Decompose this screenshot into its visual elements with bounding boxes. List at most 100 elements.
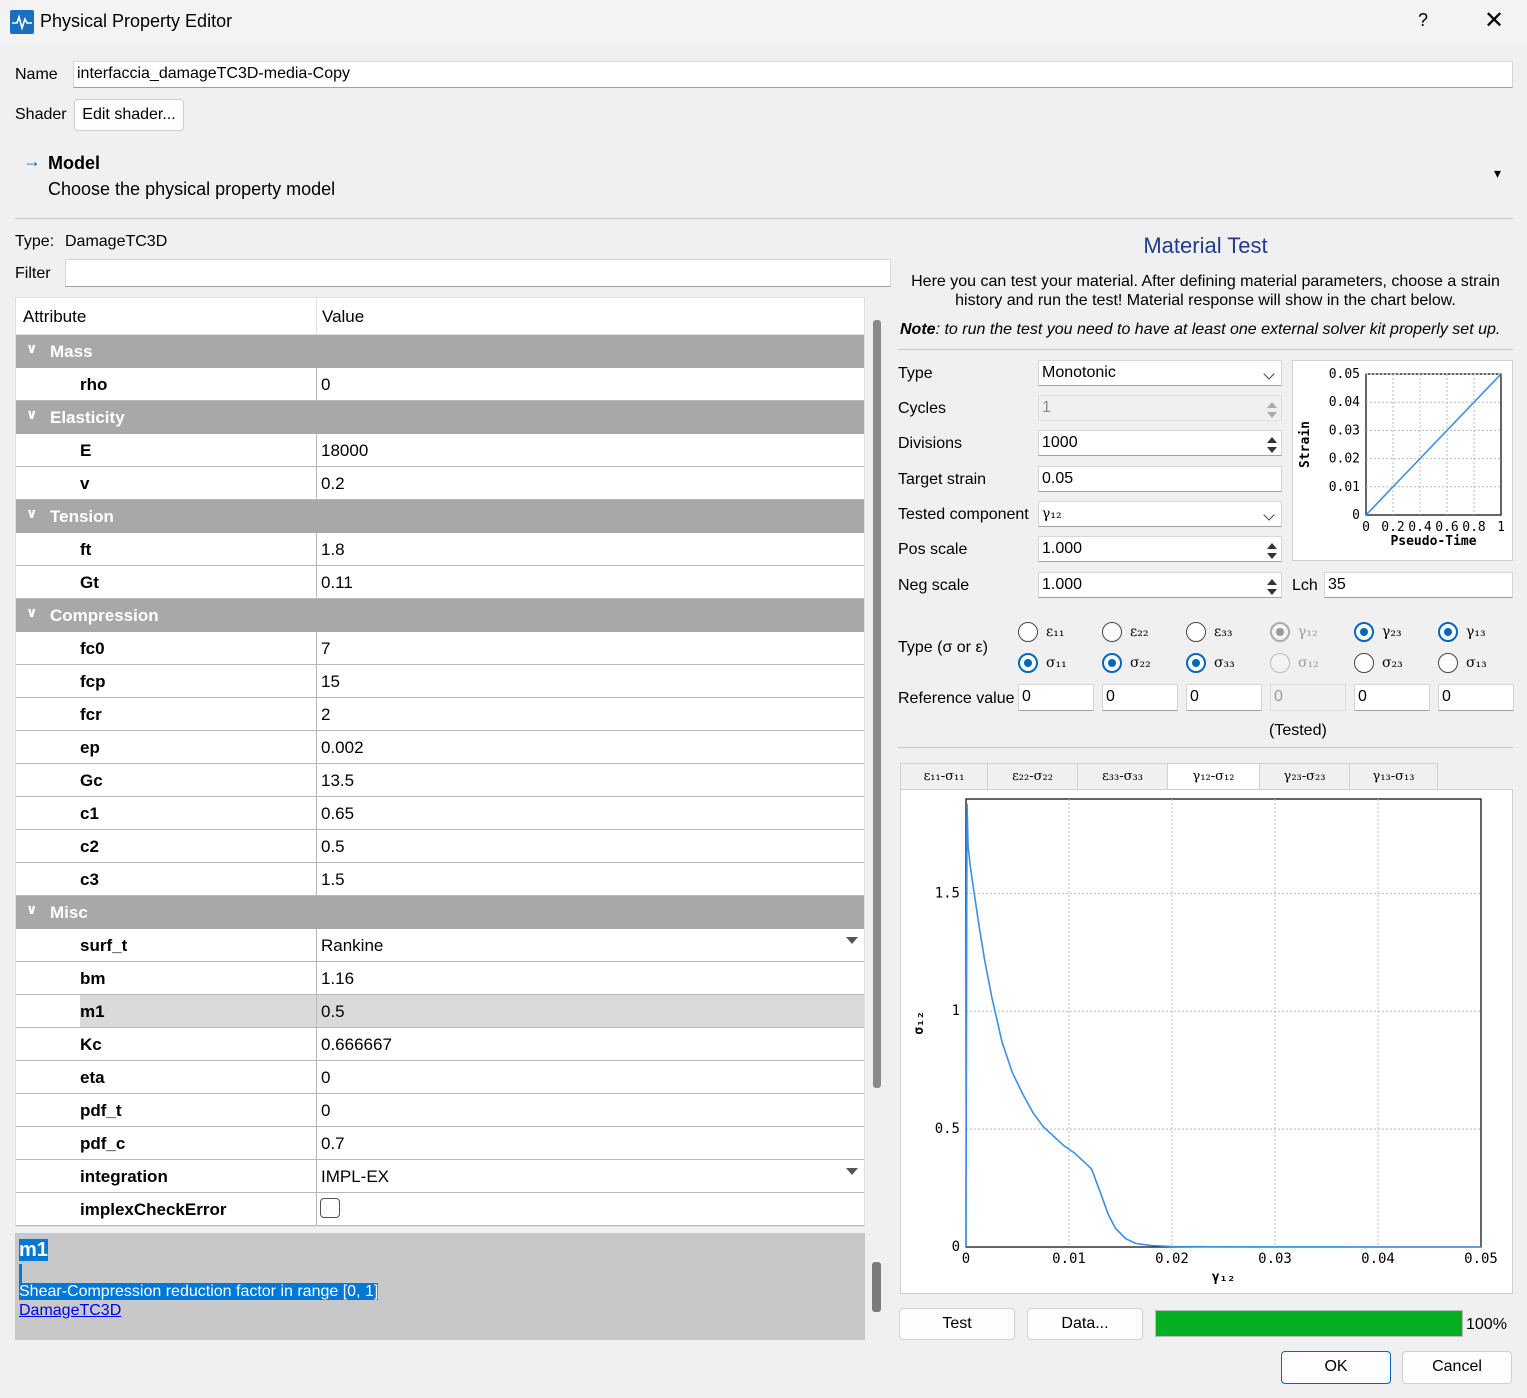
close-button[interactable]: ✕ (1484, 6, 1504, 35)
attribute-row-fc0[interactable]: fc0 7 (16, 632, 864, 665)
radio-sig-6[interactable] (1438, 653, 1458, 673)
name-input[interactable]: interfaccia_damageTC3D-media-Copy (73, 61, 1513, 88)
attribute-row-v[interactable]: v 0.2 (16, 467, 864, 500)
chevron-down-icon[interactable]: ∨ (26, 604, 37, 621)
attribute-value-cell[interactable]: 0.65 (316, 797, 864, 829)
info-scrollbar[interactable] (872, 1262, 881, 1312)
pos-scale-spin-icon[interactable] (1265, 540, 1279, 561)
attribute-row-Gt[interactable]: Gt 0.11 (16, 566, 864, 599)
reference-value-input-2[interactable]: 0 (1102, 684, 1178, 711)
dropdown-arrow-icon[interactable] (846, 937, 858, 944)
pos-scale-input[interactable]: 1.000 (1038, 536, 1282, 562)
tab-3[interactable]: ε₃₃-σ₃₃ (1077, 763, 1168, 789)
attribute-value-cell[interactable]: Rankine (316, 929, 864, 961)
chevron-down-icon[interactable]: ∨ (26, 340, 37, 357)
data-button[interactable]: Data... (1027, 1308, 1143, 1340)
attribute-row-fcr[interactable]: fcr 2 (16, 698, 864, 731)
reference-value-input-1[interactable]: 0 (1018, 684, 1094, 711)
model-expand-icon[interactable]: ▾ (1494, 165, 1501, 182)
test-button[interactable]: Test (899, 1308, 1015, 1340)
attribute-row-Kc[interactable]: Kc 0.666667 (16, 1028, 864, 1061)
attribute-value-cell[interactable]: 18000 (316, 434, 864, 466)
radio-eps-5[interactable] (1354, 622, 1374, 642)
attribute-value-cell[interactable]: 0.5 (316, 995, 864, 1027)
attribute-value-cell[interactable]: 0 (316, 1094, 864, 1126)
attribute-value-cell[interactable]: IMPL-EX (316, 1160, 864, 1192)
attribute-row-implexCheckError[interactable]: implexCheckError (16, 1193, 864, 1226)
group-row-mass[interactable]: ∨ Mass (16, 335, 864, 368)
attribute-value-cell[interactable]: 0.11 (316, 566, 864, 598)
radio-sig-3[interactable] (1186, 653, 1206, 673)
test-type-select[interactable]: Monotonic (1038, 360, 1282, 386)
tab-5[interactable]: γ₂₃-σ₂₃ (1259, 763, 1350, 789)
attribute-value-cell[interactable]: 1.5 (316, 863, 864, 895)
attribute-row-ft[interactable]: ft 1.8 (16, 533, 864, 566)
attribute-row-pdf_c[interactable]: pdf_c 0.7 (16, 1127, 864, 1160)
attribute-value-cell[interactable]: 2 (316, 698, 864, 730)
radio-sig-1[interactable] (1018, 653, 1038, 673)
help-button[interactable]: ? (1418, 10, 1428, 31)
attribute-value-cell[interactable] (316, 1193, 864, 1225)
neg-scale-spin-icon[interactable] (1265, 576, 1279, 597)
grid-scrollbar[interactable] (873, 320, 881, 1088)
attribute-value-cell[interactable]: 13.5 (316, 764, 864, 796)
info-link[interactable]: DamageTC3D (19, 1302, 121, 1320)
divisions-input[interactable]: 1000 (1038, 430, 1282, 456)
checkbox[interactable] (320, 1198, 340, 1218)
attribute-value-cell[interactable]: 15 (316, 665, 864, 697)
attribute-value-cell[interactable]: 7 (316, 632, 864, 664)
radio-eps-1[interactable] (1018, 622, 1038, 642)
radio-eps-3[interactable] (1186, 622, 1206, 642)
dropdown-arrow-icon[interactable] (846, 1168, 858, 1175)
attribute-row-c3[interactable]: c3 1.5 (16, 863, 864, 896)
tab-1[interactable]: ε₁₁-σ₁₁ (900, 763, 988, 789)
cancel-button[interactable]: Cancel (1402, 1351, 1512, 1384)
radio-sig-5[interactable] (1354, 653, 1374, 673)
attribute-row-fcp[interactable]: fcp 15 (16, 665, 864, 698)
attribute-value-cell[interactable]: 1.8 (316, 533, 864, 565)
attribute-value-cell[interactable]: 0.666667 (316, 1028, 864, 1060)
tab-6[interactable]: γ₁₃-σ₁₃ (1349, 763, 1438, 789)
attribute-row-c2[interactable]: c2 0.5 (16, 830, 864, 863)
attribute-row-E[interactable]: E 18000 (16, 434, 864, 467)
chevron-down-icon[interactable]: ∨ (26, 505, 37, 522)
attribute-row-eta[interactable]: eta 0 (16, 1061, 864, 1094)
col-attribute[interactable]: Attribute (23, 307, 86, 327)
filter-input[interactable] (65, 259, 891, 287)
group-row-misc[interactable]: ∨ Misc (16, 896, 864, 929)
reference-value-input-3[interactable]: 0 (1186, 684, 1262, 711)
attribute-value-cell[interactable]: 0 (316, 1061, 864, 1093)
tab-2[interactable]: ε₂₂-σ₂₂ (987, 763, 1078, 789)
attribute-value-cell[interactable]: 0.002 (316, 731, 864, 763)
group-row-elasticity[interactable]: ∨ Elasticity (16, 401, 864, 434)
group-row-compression[interactable]: ∨ Compression (16, 599, 864, 632)
attribute-row-rho[interactable]: rho 0 (16, 368, 864, 401)
attribute-row-surf_t[interactable]: surf_t Rankine (16, 929, 864, 962)
radio-eps-2[interactable] (1102, 622, 1122, 642)
attribute-row-ep[interactable]: ep 0.002 (16, 731, 864, 764)
attribute-row-bm[interactable]: bm 1.16 (16, 962, 864, 995)
attribute-row-pdf_t[interactable]: pdf_t 0 (16, 1094, 864, 1127)
lch-input[interactable]: 35 (1324, 572, 1513, 598)
tab-4[interactable]: γ₁₂-σ₁₂ (1167, 763, 1260, 790)
attribute-value-cell[interactable]: 0.5 (316, 830, 864, 862)
edit-shader-button[interactable]: Edit shader... (74, 99, 184, 131)
reference-value-input-5[interactable]: 0 (1354, 684, 1430, 711)
attribute-value-cell[interactable]: 0.7 (316, 1127, 864, 1159)
attribute-value-cell[interactable]: 1.16 (316, 962, 864, 994)
chevron-down-icon[interactable]: ∨ (26, 406, 37, 423)
attribute-row-c1[interactable]: c1 0.65 (16, 797, 864, 830)
attribute-row-m1[interactable]: m1 0.5 (16, 995, 864, 1028)
attribute-value-cell[interactable]: 0.2 (316, 467, 864, 499)
divisions-spin-icon[interactable] (1265, 434, 1279, 455)
attribute-value-cell[interactable]: 0 (316, 368, 864, 400)
attribute-row-Gc[interactable]: Gc 13.5 (16, 764, 864, 797)
ok-button[interactable]: OK (1281, 1351, 1391, 1384)
radio-sig-2[interactable] (1102, 653, 1122, 673)
group-row-tension[interactable]: ∨ Tension (16, 500, 864, 533)
neg-scale-input[interactable]: 1.000 (1038, 572, 1282, 598)
reference-value-input-6[interactable]: 0 (1438, 684, 1514, 711)
chevron-down-icon[interactable]: ∨ (26, 901, 37, 918)
radio-eps-6[interactable] (1438, 622, 1458, 642)
target-strain-input[interactable]: 0.05 (1038, 466, 1282, 492)
